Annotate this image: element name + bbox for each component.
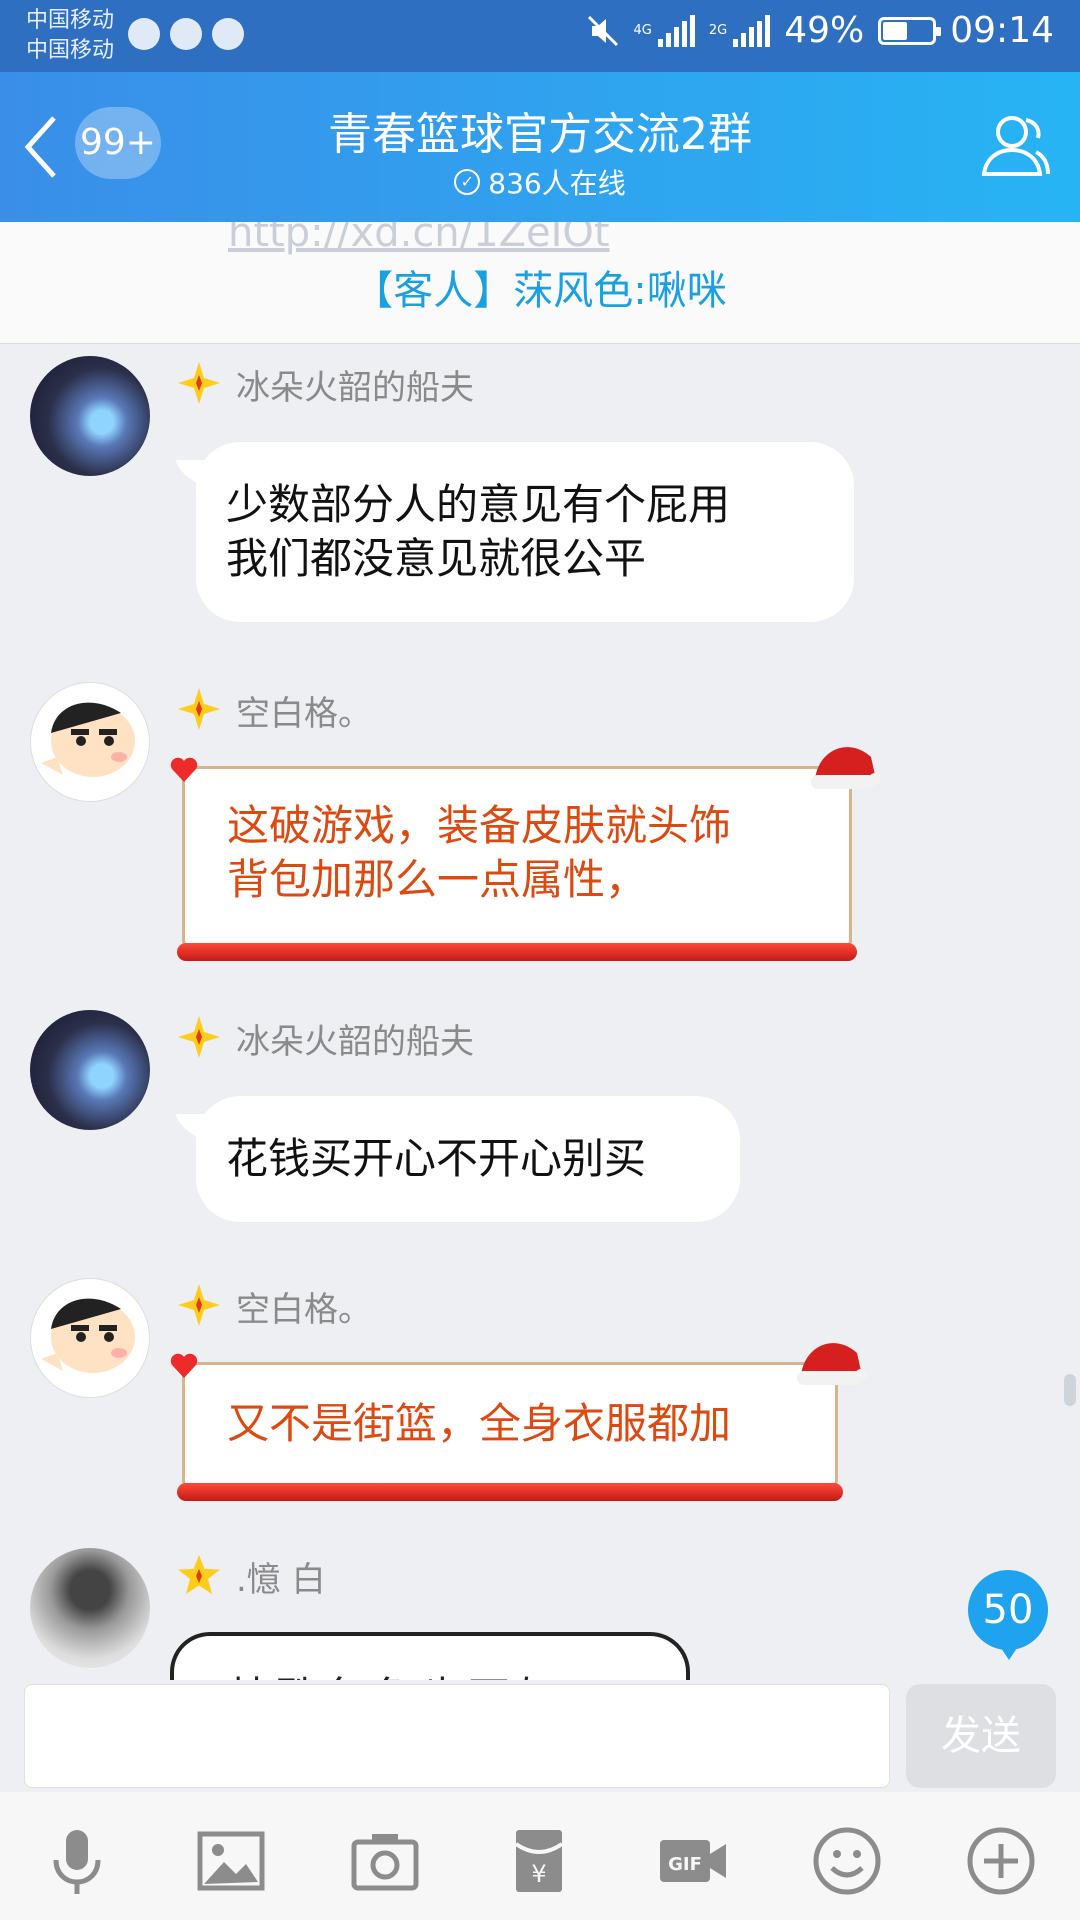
mute-icon — [587, 15, 618, 46]
member-level-icon — [178, 688, 220, 730]
heart-icon — [170, 1353, 198, 1378]
battery-level — [883, 21, 907, 40]
decorated-message-bubble[interactable]: 又不是街篮，全身衣服都加 — [170, 1343, 867, 1501]
avatar[interactable] — [30, 1278, 150, 1398]
avatar[interactable] — [30, 682, 150, 802]
carrier-labels: 中国移动 中国移动 — [26, 6, 114, 66]
entry-notice: http://xd.cn/1ZeIOt 【客人】莯风色:啾咪 — [0, 222, 1080, 344]
scroll-roll-decoration — [177, 1483, 843, 1501]
gif-icon[interactable]: GIF — [654, 1822, 732, 1900]
message-bubble[interactable]: 花钱买开心不开心别买 — [196, 1096, 740, 1222]
message-line: 帏殊鱼免也不如?L — [228, 1664, 622, 1680]
faded-link[interactable]: http://xd.cn/1ZeIOt — [228, 222, 610, 256]
message-line: 花钱买开心不开心别买 — [226, 1134, 647, 1183]
santa-hat-icon — [797, 1343, 867, 1385]
battery-icon — [878, 16, 942, 45]
heart-icon — [170, 757, 198, 782]
scrollbar-thumb[interactable] — [1064, 1374, 1076, 1406]
message-list[interactable]: 冰朵火韶的船夫 少数部分人的意见有个屁用 我们都没意见就很公平 空白格。 这破游… — [0, 344, 1080, 1680]
signal-icon-2 — [733, 14, 771, 47]
decorated-message-bubble[interactable]: 帏殊鱼免也不如?L — [170, 1632, 690, 1680]
signal-icon-1 — [657, 14, 695, 47]
carrier-2: 中国移动 — [26, 38, 115, 63]
online-status: ✓ 836人在线 — [0, 162, 1080, 202]
svg-text:¥: ¥ — [531, 1860, 546, 1888]
microphone-icon[interactable] — [38, 1822, 116, 1900]
santa-hat-icon — [811, 747, 881, 789]
send-button[interactable]: 发送 — [906, 1684, 1056, 1788]
message-icon — [212, 18, 244, 50]
message-bubble[interactable]: 少数部分人的意见有个屁用 我们都没意见就很公平 — [196, 442, 854, 622]
message-line: 我们都没意见就很公平 — [226, 534, 647, 583]
carrier-1: 中国移动 — [26, 8, 115, 33]
image-icon[interactable] — [192, 1822, 270, 1900]
member-level-icon — [178, 1016, 220, 1058]
network-type-2: 2G — [708, 22, 728, 38]
member-level-icon — [178, 362, 220, 404]
online-count: 836人在线 — [488, 167, 626, 200]
avatar[interactable] — [30, 1010, 150, 1130]
sender-name[interactable]: 冰朵火韶的船夫 — [236, 360, 474, 409]
check-circle-icon: ✓ — [454, 169, 481, 195]
member-level-icon — [178, 1284, 220, 1326]
input-toolbar: ¥ GIF — [0, 1792, 1080, 1920]
svg-text:GIF: GIF — [668, 1854, 702, 1875]
network-type: 4G — [633, 22, 652, 38]
camera-icon[interactable] — [346, 1822, 424, 1900]
message-line: 少数部分人的意见有个屁用 — [226, 480, 731, 529]
cartoon-face-icon — [41, 1298, 135, 1373]
sender-name[interactable]: 空白格。 — [236, 686, 372, 735]
notification-icons — [128, 18, 244, 50]
sender-name[interactable]: .憶 白 — [236, 1552, 326, 1601]
guest-notice-text: 【客人】莯风色:啾咪 — [353, 268, 727, 314]
status-right: 4G 2G 49% 09:14 — [586, 10, 1054, 51]
emoji-icon[interactable] — [808, 1822, 886, 1900]
red-packet-icon[interactable]: ¥ — [500, 1822, 578, 1900]
scroll-roll-decoration — [177, 943, 857, 961]
china-mobile-icon — [128, 18, 160, 50]
message-line: 又不是街篮，全身衣服都加 — [227, 1399, 732, 1448]
new-message-count-badge[interactable]: 50 — [968, 1570, 1048, 1660]
cartoon-face-icon — [41, 702, 135, 777]
input-bar: 发送 — [0, 1680, 1080, 1792]
clock: 09:14 — [950, 10, 1054, 51]
message-input[interactable] — [24, 1684, 890, 1788]
avatar[interactable] — [30, 1548, 150, 1668]
decorated-message-bubble[interactable]: 这破游戏，装备皮肤就头饰 背包加那么一点属性， — [170, 747, 881, 961]
status-bar: 中国移动 中国移动 4G 2G 49% 09:14 — [0, 0, 1080, 72]
battery-percent: 49% — [784, 10, 865, 51]
sender-name[interactable]: 冰朵火韶的船夫 — [236, 1014, 474, 1063]
group-title[interactable]: 青春篮球官方交流2群 — [0, 98, 1080, 162]
member-level-icon — [178, 1555, 220, 1594]
chat-header: 99+ 青春篮球官方交流2群 ✓ 836人在线 — [0, 72, 1080, 222]
plus-icon[interactable] — [962, 1822, 1040, 1900]
message-line: 背包加那么一点属性， — [227, 855, 648, 904]
avatar[interactable] — [30, 356, 150, 476]
sender-name[interactable]: 空白格。 — [236, 1282, 372, 1331]
message-line: 这破游戏，装备皮肤就头饰 — [227, 801, 732, 850]
group-members-icon[interactable] — [978, 108, 1054, 184]
wechat-icon — [170, 18, 202, 50]
